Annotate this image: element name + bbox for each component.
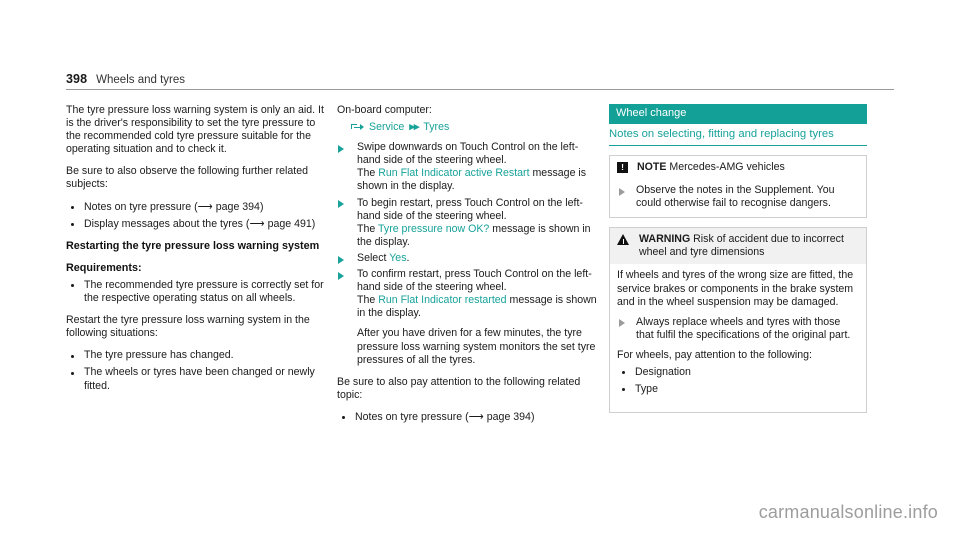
list-item-label: Notes on tyre pressure (⟶ page 394) xyxy=(84,200,264,213)
note-icon: ! xyxy=(617,162,628,173)
note-box-heading: NOTE Mercedes-AMG vehicles xyxy=(637,161,785,174)
running-head: 398 Wheels and tyres xyxy=(66,72,894,90)
note-step-text: Observe the notes in the Supplement. You… xyxy=(636,184,835,210)
left-intro-paragraph: The tyre pressure loss warning system is… xyxy=(66,104,324,156)
list-item-label: The tyre pressure has changed. xyxy=(84,349,234,362)
step-result-prefix: The xyxy=(357,167,379,180)
warning-triangle-icon xyxy=(617,234,630,246)
panel-subtitle: Notes on selecting, fitting and replacin… xyxy=(609,124,867,146)
note-box-header: ! NOTE Mercedes-AMG vehicles xyxy=(610,156,866,179)
step-result-highlight: Tyre pressure now OK? xyxy=(378,222,490,235)
step-arrow-icon xyxy=(338,200,344,209)
step-arrow-icon xyxy=(338,144,344,153)
manual-page: 398 Wheels and tyres The tyre pressure l… xyxy=(0,0,960,533)
watermark: carmanualsonline.info xyxy=(758,502,938,522)
menu-path-service[interactable]: Service xyxy=(369,121,404,134)
warning-step-text: Always replace wheels and tyres with tho… xyxy=(636,315,851,341)
step-arrow-icon xyxy=(619,187,625,196)
warning-label: WARNING xyxy=(639,233,691,246)
onboard-computer-label: On-board computer: xyxy=(337,104,432,116)
step-arrow-icon xyxy=(338,255,344,264)
left-situations-intro: Restart the tyre pressure loss warning s… xyxy=(66,314,310,340)
panel-title: Wheel change xyxy=(609,104,867,124)
warning-box-header: WARNING Risk of accident due to incorrec… xyxy=(610,228,866,265)
list-item[interactable]: Notes on tyre pressure (⟶ page 394) xyxy=(337,411,599,424)
step-text: Swipe downwards on Touch Control on the … xyxy=(357,141,579,167)
step-result-prefix: The xyxy=(357,294,379,307)
left-column: The tyre pressure loss warning system is… xyxy=(66,104,328,402)
list-item: Designation xyxy=(617,366,858,379)
note-box: ! NOTE Mercedes-AMG vehicles Observe the… xyxy=(609,155,867,219)
note-step: Observe the notes in the Supplement. You… xyxy=(617,184,858,211)
step-text-suffix: . xyxy=(406,251,410,264)
restart-steps-list: Swipe downwards on Touch Control on the … xyxy=(337,141,599,370)
step-note-text: After you have driven for a few minutes,… xyxy=(357,327,596,366)
related-subjects-list: Notes on tyre pressure (⟶ page 394) Disp… xyxy=(66,201,328,231)
step-result-highlight: Run Flat Indicator restarted xyxy=(378,294,507,307)
middle-closing-paragraph: Be sure to also pay attention to the fol… xyxy=(337,375,581,401)
list-item-label: The recommended tyre pressure is correct… xyxy=(84,278,324,305)
warning-box: WARNING Risk of accident due to incorrec… xyxy=(609,227,867,414)
right-column: Wheel change Notes on selecting, fitting… xyxy=(609,104,867,422)
situations-list: The tyre pressure has changed. The wheel… xyxy=(66,349,328,392)
step-result-prefix: The xyxy=(357,222,379,235)
list-item[interactable]: Notes on tyre pressure (⟶ page 394) xyxy=(66,201,328,214)
list-item: The tyre pressure has changed. xyxy=(66,349,328,362)
list-item: Type xyxy=(617,383,858,396)
wheel-attributes-list: Designation Type xyxy=(617,366,858,396)
turn-arrow-icon xyxy=(351,123,364,133)
warning-step: Always replace wheels and tyres with tho… xyxy=(617,315,858,342)
step-text-highlight[interactable]: Yes xyxy=(389,252,406,264)
note-heading-rest: Mercedes-AMG vehicles xyxy=(666,161,785,173)
warning-body-text: If wheels and tyres of the wrong size ar… xyxy=(617,269,854,308)
step-text: To confirm restart, press Touch Control … xyxy=(357,268,592,294)
list-item: The wheels or tyres have been changed or… xyxy=(66,366,328,392)
requirements-heading: Requirements: xyxy=(66,261,142,274)
section-subheading: Restarting the tyre pressure loss warnin… xyxy=(66,239,320,252)
list-item-label: Designation xyxy=(635,366,691,379)
left-related-intro: Be sure to also observe the following fu… xyxy=(66,165,309,191)
warning-box-heading: WARNING Risk of accident due to incorrec… xyxy=(639,233,858,259)
list-item-label: The wheels or tyres have been changed or… xyxy=(84,366,315,392)
step-arrow-icon xyxy=(619,319,625,328)
list-item[interactable]: Display messages about the tyres (⟶ page… xyxy=(66,218,328,231)
double-chevron-icon: ▸▸ xyxy=(409,121,419,134)
warning-after-step-text: For wheels, pay attention to the followi… xyxy=(617,348,812,361)
list-item-label: Type xyxy=(635,383,658,396)
step-item: Select Yes. xyxy=(337,251,599,269)
menu-path[interactable]: Service ▸▸ Tyres xyxy=(337,121,599,134)
note-box-body: Observe the notes in the Supplement. You… xyxy=(610,179,866,217)
step-arrow-icon xyxy=(338,271,344,280)
step-result-highlight: Run Flat Indicator active Restart xyxy=(378,167,530,180)
step-note-item: After you have driven for a few minutes,… xyxy=(337,320,599,370)
page-number: 398 xyxy=(66,72,88,86)
related-topics-list: Notes on tyre pressure (⟶ page 394) xyxy=(337,411,599,424)
list-item-label: Notes on tyre pressure (⟶ page 394) xyxy=(355,410,535,423)
list-item: The recommended tyre pressure is correct… xyxy=(66,279,328,305)
menu-path-tyres[interactable]: Tyres xyxy=(423,121,449,134)
step-text-prefix: Select xyxy=(357,251,390,264)
step-item: Swipe downwards on Touch Control on the … xyxy=(337,141,599,197)
note-label: NOTE xyxy=(637,161,667,173)
step-item: To begin restart, press Touch Control on… xyxy=(337,196,599,252)
warning-box-body: If wheels and tyres of the wrong size ar… xyxy=(610,264,866,412)
requirements-list: The recommended tyre pressure is correct… xyxy=(66,279,328,305)
middle-column: On-board computer: Service ▸▸ Tyres Swip… xyxy=(337,104,599,433)
step-text: To begin restart, press Touch Control on… xyxy=(357,196,583,222)
chapter-title: Wheels and tyres xyxy=(96,74,186,86)
list-item-label: Display messages about the tyres (⟶ page… xyxy=(84,217,316,230)
step-item: To confirm restart, press Touch Control … xyxy=(337,268,599,324)
